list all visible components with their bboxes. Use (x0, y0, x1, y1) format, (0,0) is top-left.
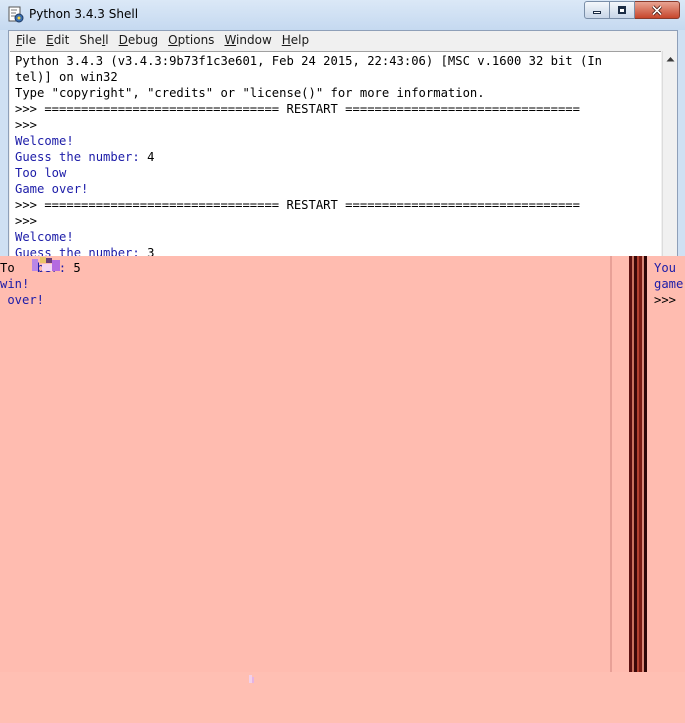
vertical-scrollbar[interactable] (662, 51, 677, 256)
glitch-line: game (654, 277, 684, 291)
shell-text-area[interactable]: Python 3.4.3 (v3.4.3:9b73f1c3e601, Feb 2… (10, 51, 661, 256)
menu-options[interactable]: Options (164, 31, 218, 50)
shell-line-output: Game over! (15, 182, 89, 196)
menu-bar: File Edit Shell Debug Options Window Hel… (9, 31, 677, 50)
shell-line-restart: >>> ================================ RES… (15, 198, 580, 212)
glitch-artifact (249, 675, 254, 683)
menu-file[interactable]: File (12, 31, 40, 50)
shell-line-output: Too low (15, 166, 67, 180)
close-button[interactable] (635, 1, 680, 19)
menu-shell[interactable]: Shell (75, 31, 112, 50)
input-prompt: Guess the number: (15, 246, 148, 256)
user-input: 4 (147, 150, 155, 164)
glitch-stripes (610, 256, 647, 672)
menu-window[interactable]: Window (220, 31, 275, 50)
shell-line-prompt: >>> (15, 118, 38, 132)
glitch-line: win! (0, 277, 30, 291)
maximize-button[interactable] (610, 1, 635, 19)
menu-help[interactable]: Help (278, 31, 313, 50)
shell-line-output: Welcome! (15, 134, 74, 148)
minimize-icon (593, 11, 601, 14)
glitch-fragment: To (0, 261, 15, 275)
shell-line-restart: >>> ================================ RES… (15, 102, 580, 116)
scroll-up-button[interactable] (663, 51, 677, 67)
python-idle-icon (8, 6, 24, 23)
idle-shell-window: Python 3.4.3 Shell File Edit Shell Debug… (0, 0, 685, 256)
shell-line-prompt: >>> (15, 214, 38, 228)
window-title: Python 3.4.3 Shell (29, 7, 139, 21)
glitch-line: over! (0, 293, 45, 307)
glitch-line: >>> (654, 293, 677, 307)
menu-debug[interactable]: Debug (115, 31, 162, 50)
shell-line-input: Guess the number: 3 (15, 245, 154, 256)
title-bar[interactable]: Python 3.4.3 Shell (0, 0, 685, 30)
client-area: File Edit Shell Debug Options Window Hel… (8, 30, 678, 256)
caption-buttons (584, 1, 680, 20)
shell-line-input: Guess the number: 4 (15, 149, 154, 165)
input-prompt: Guess the number: (15, 150, 148, 164)
bottom-band (0, 672, 685, 723)
shell-line-banner: Python 3.4.3 (v3.4.3:9b73f1c3e601, Feb 2… (15, 54, 602, 68)
arrow-up-icon (666, 57, 674, 62)
maximize-icon (618, 6, 626, 14)
shell-line-info: Type "copyright", "credits" or "license(… (15, 86, 485, 100)
shell-line-output: Welcome! (15, 230, 74, 244)
shell-line-platform: tel)] on win32 (15, 70, 118, 84)
glitch-fragment: 5 (73, 261, 81, 275)
glitch-line: You (654, 261, 677, 275)
glitch-artifact (32, 257, 60, 271)
minimize-button[interactable] (584, 1, 610, 19)
close-icon (651, 4, 663, 16)
menu-edit[interactable]: Edit (42, 31, 73, 50)
user-input: 3 (147, 246, 155, 256)
